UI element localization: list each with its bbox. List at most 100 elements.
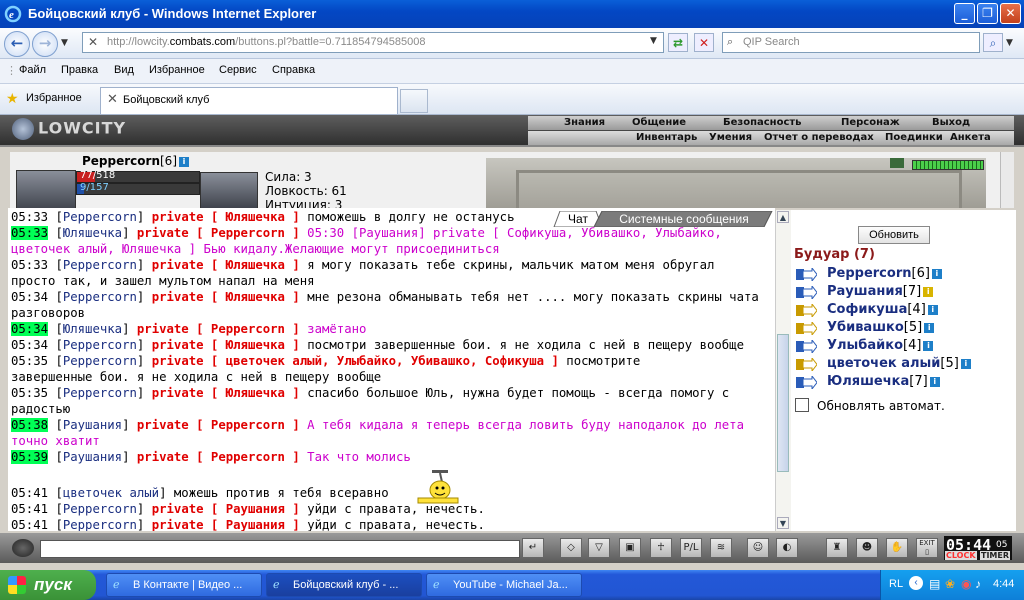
start-button[interactable]: пуск bbox=[0, 570, 96, 600]
private-recipients[interactable]: private [ Юляшечка ] bbox=[152, 210, 300, 224]
exit-game-button[interactable]: EXIT ▯ bbox=[916, 538, 938, 558]
close-button[interactable]: ✕ bbox=[1000, 3, 1021, 24]
scroll-down-icon[interactable]: ▼ bbox=[777, 517, 789, 529]
message-author[interactable]: [Peppercorn] bbox=[55, 518, 144, 531]
nav-character[interactable]: Персонаж bbox=[841, 117, 900, 128]
menu-tools[interactable]: Сервис bbox=[219, 64, 257, 76]
monster-button[interactable]: ☻ bbox=[856, 538, 878, 558]
send-message-button[interactable]: ↵ bbox=[522, 538, 544, 558]
message-author[interactable]: [Юляшечка] bbox=[55, 226, 129, 240]
message-author[interactable]: [Peppercorn] bbox=[55, 354, 144, 368]
private-arrow-icon[interactable] bbox=[795, 304, 817, 317]
private-arrow-icon[interactable] bbox=[795, 268, 817, 281]
user-info-icon[interactable]: i bbox=[927, 305, 938, 315]
nav-knowledge[interactable]: Знания bbox=[564, 117, 605, 128]
refresh-users-button[interactable]: Обновить bbox=[858, 226, 930, 244]
bag-button[interactable]: ♜ bbox=[826, 538, 848, 558]
private-recipients[interactable]: private [ Раушания ] bbox=[152, 518, 300, 531]
tab-chat[interactable]: Чат bbox=[558, 211, 598, 227]
user-info-icon[interactable]: i bbox=[923, 341, 934, 351]
user-info-icon[interactable]: i bbox=[923, 287, 934, 297]
maximize-button[interactable]: ❐ bbox=[977, 3, 998, 24]
filter-button[interactable]: ▽ bbox=[588, 538, 610, 558]
speech-button[interactable]: ≋ bbox=[710, 538, 732, 558]
menu-help[interactable]: Справка bbox=[272, 64, 315, 76]
tab-combats[interactable]: ✕ Бойцовский клуб bbox=[100, 87, 398, 114]
menu-file[interactable]: Файл bbox=[19, 64, 46, 76]
nav-transfer-report[interactable]: Отчет о переводах bbox=[764, 132, 874, 143]
nav-security[interactable]: Безопасность bbox=[723, 117, 802, 128]
scroll-thumb[interactable] bbox=[777, 334, 789, 472]
message-author[interactable]: [Раушания] bbox=[55, 450, 129, 464]
back-button[interactable]: ← bbox=[4, 31, 30, 57]
private-recipients[interactable]: private [ Peppercorn ] bbox=[137, 322, 300, 336]
nav-profile[interactable]: Анкета bbox=[950, 132, 991, 143]
scroll-up-icon[interactable]: ▲ bbox=[777, 211, 789, 223]
window-title-bar[interactable]: e Бойцовский клуб - Windows Internet Exp… bbox=[0, 0, 1024, 28]
antivirus-icon[interactable]: ◉ bbox=[961, 577, 971, 591]
clear-chat-button[interactable]: ◇ bbox=[560, 538, 582, 558]
private-recipients[interactable]: private [ Юляшечка ] bbox=[152, 386, 300, 400]
search-options-icon[interactable]: ▼ bbox=[1006, 38, 1013, 48]
private-recipients[interactable]: private [ Peppercorn ] bbox=[137, 226, 300, 240]
private-arrow-icon[interactable] bbox=[795, 358, 817, 371]
message-author[interactable]: [Peppercorn] bbox=[55, 502, 144, 516]
speaker-icon[interactable] bbox=[12, 539, 34, 557]
user-name[interactable]: Софикуша bbox=[827, 302, 907, 317]
message-author[interactable]: [Peppercorn] bbox=[55, 210, 144, 224]
address-dropdown-icon[interactable]: ▼ bbox=[650, 36, 657, 46]
private-recipients[interactable]: private [ Юляшечка ] bbox=[152, 258, 300, 272]
forward-button[interactable]: → bbox=[32, 31, 58, 57]
user-info-icon[interactable]: i bbox=[924, 323, 935, 333]
message-author[interactable]: [Юляшечка] bbox=[55, 322, 129, 336]
private-arrow-icon[interactable] bbox=[795, 376, 817, 389]
smiles-button[interactable]: ☺ bbox=[747, 538, 769, 558]
refresh-page-button[interactable]: ⇄ bbox=[668, 33, 688, 52]
menu-favorites[interactable]: Избранное bbox=[149, 64, 205, 76]
chat-scrollbar[interactable]: ▲ ▼ bbox=[775, 210, 791, 531]
user-name[interactable]: Peppercorn bbox=[827, 266, 912, 281]
favorites-button[interactable]: Избранное bbox=[26, 92, 82, 104]
nav-battles[interactable]: Поединки bbox=[885, 132, 943, 143]
user-name[interactable]: Юляшечка bbox=[827, 374, 909, 389]
volume-icon[interactable]: ♪ bbox=[975, 577, 981, 591]
menu-view[interactable]: Вид bbox=[114, 64, 134, 76]
user-name[interactable]: Раушания bbox=[827, 284, 903, 299]
private-list-button[interactable]: P/L bbox=[680, 538, 702, 558]
message-author[interactable]: [Раушания] bbox=[55, 418, 129, 432]
private-arrow-icon[interactable] bbox=[795, 286, 817, 299]
nav-exit[interactable]: Выход bbox=[932, 117, 970, 128]
search-go-button[interactable]: ⌕ bbox=[983, 33, 1003, 52]
nav-communication[interactable]: Общение bbox=[632, 117, 686, 128]
stop-button[interactable]: ✕ bbox=[694, 33, 714, 52]
qip-icon[interactable]: ❀ bbox=[945, 577, 955, 591]
message-author[interactable]: [Peppercorn] bbox=[55, 258, 144, 272]
private-recipients[interactable]: private [ Юляшечка ] bbox=[152, 290, 300, 304]
address-input[interactable]: ✕ http://lowcity.combats.com/buttons.pl?… bbox=[82, 32, 664, 53]
private-recipients[interactable]: private [ цветочек алый, Улыбайко, Убива… bbox=[152, 354, 559, 368]
auto-refresh-checkbox[interactable] bbox=[795, 398, 809, 412]
message-author[interactable]: [цветочек алый] bbox=[55, 486, 166, 500]
private-recipients[interactable]: private [ Юляшечка ] bbox=[152, 338, 300, 352]
tab-system-messages[interactable]: Системные сообщения bbox=[604, 211, 764, 227]
save-log-button[interactable]: ▣ bbox=[619, 538, 641, 558]
character-name[interactable]: Peppercorn[6] i bbox=[82, 154, 189, 168]
user-info-icon[interactable]: i bbox=[931, 269, 942, 279]
new-tab-button[interactable] bbox=[400, 89, 428, 113]
hands-button[interactable]: ✋ bbox=[886, 538, 908, 558]
fight-button[interactable]: ☥ bbox=[650, 538, 672, 558]
private-recipients[interactable]: private [ Раушания ] bbox=[152, 502, 300, 516]
private-recipients[interactable]: private [ Peppercorn ] bbox=[137, 450, 300, 464]
taskbar-item-vkontakte[interactable]: ℯВ Контакте | Видео ... bbox=[106, 573, 262, 597]
character-avatar[interactable] bbox=[16, 170, 76, 208]
user-name[interactable]: Улыбайко bbox=[827, 338, 903, 353]
chat-settings-button[interactable]: ◐ bbox=[776, 538, 798, 558]
taskbar-item-youtube[interactable]: ℯ YouTube - Michael Ja... bbox=[426, 573, 582, 597]
message-author[interactable]: [Peppercorn] bbox=[55, 338, 144, 352]
nav-skills[interactable]: Умения bbox=[709, 132, 752, 143]
nav-inventory[interactable]: Инвентарь bbox=[636, 132, 697, 143]
menu-edit[interactable]: Правка bbox=[61, 64, 98, 76]
chat-message-input[interactable] bbox=[40, 540, 520, 558]
minimize-button[interactable]: _ bbox=[954, 3, 975, 24]
private-arrow-icon[interactable] bbox=[795, 322, 817, 335]
